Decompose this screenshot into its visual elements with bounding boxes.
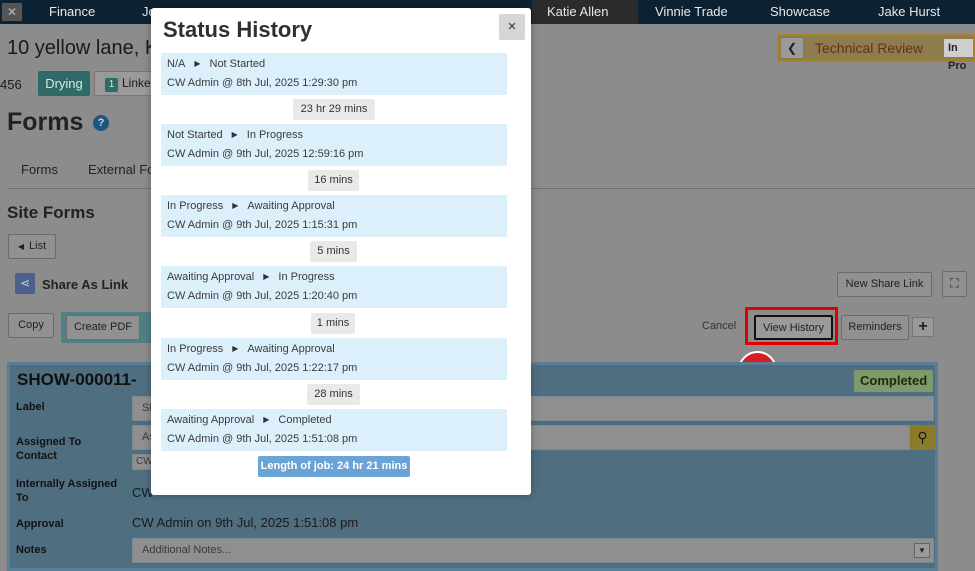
chevron-left-icon[interactable]: ❮ (781, 38, 803, 58)
status-to: Completed (278, 414, 332, 426)
form-status-badge: Completed (854, 370, 934, 392)
status-history-modal: Status History × N/A ▶ Not Started CW Admi… (151, 8, 531, 495)
duration-badge: 28 mins (307, 384, 360, 405)
duration-badge: 23 hr 29 mins (293, 99, 375, 120)
search-icon[interactable]: ⚲ (910, 425, 935, 450)
caret-right-icon: ▶ (232, 344, 239, 353)
new-share-link-button[interactable]: New Share Link (837, 272, 932, 297)
status-changed-by: CW Admin @ 9th Jul, 2025 1:22:17 pm (167, 362, 358, 374)
caret-right-icon: ▶ (232, 201, 239, 210)
linked-label: Linke (122, 76, 151, 90)
close-tab-icon[interactable]: ✕ (2, 3, 22, 21)
internally-assigned-label: Internally Assigned To (16, 478, 118, 504)
status-changed-by: CW Admin @ 9th Jul, 2025 12:59:16 pm (167, 148, 364, 160)
linked-jobs-button[interactable]: 1 Linke (94, 71, 154, 96)
status-from: Awaiting Approval (167, 271, 255, 283)
status-from: Not Started (167, 129, 223, 141)
status-entry: Not Started ▶ In Progress CW Admin @ 9th J… (161, 124, 507, 166)
duration-badge: 1 mins (311, 313, 355, 334)
expand-icon[interactable]: ⛶ (942, 271, 967, 297)
status-entry: Awaiting Approval ▶ In Progress CW Admin @… (161, 266, 507, 308)
status-from: In Progress (167, 343, 224, 355)
status-to: Not Started (209, 58, 266, 70)
status-to: Awaiting Approval (247, 200, 335, 212)
caret-right-icon: ▶ (263, 272, 270, 281)
workflow-stage: ❮ Technical Review In Pro (777, 34, 975, 72)
job-number: 456 (0, 77, 22, 92)
approval-label: Approval (16, 518, 64, 530)
status-entry: Awaiting Approval ▶ Completed CW Admin @ 9… (161, 409, 507, 451)
workflow-status-badge: In Pro (944, 39, 973, 72)
status-changed-by: CW Admin @ 9th Jul, 2025 1:15:31 pm (167, 219, 358, 231)
page-title: Forms (7, 108, 84, 136)
caret-right-icon: ▶ (194, 59, 201, 68)
reminders-button[interactable]: Reminders (841, 315, 909, 340)
tab-forms[interactable]: Forms (21, 162, 58, 177)
modal-title: Status History (163, 17, 313, 42)
notes-label: Notes (16, 544, 47, 556)
nav-tab-vinnie-trade[interactable]: Vinnie Trade (655, 0, 727, 24)
status-changed-by: CW Admin @ 8th Jul, 2025 1:29:30 pm (167, 77, 358, 89)
status-entry: N/A ▶ Not Started CW Admin @ 8th Jul, 2025… (161, 53, 507, 95)
assigned-to-contact-label: Assigned To Contact (16, 436, 82, 462)
chevron-down-icon[interactable]: ▼ (914, 543, 930, 558)
linked-count-badge: 1 (105, 78, 118, 92)
caret-right-icon: ▶ (263, 415, 270, 424)
caret-left-icon: ◀ (17, 242, 25, 251)
job-status-badge[interactable]: Drying (38, 71, 90, 96)
label-field-label: Label (16, 401, 45, 413)
form-code: SHOW-000011- (17, 370, 137, 389)
length-of-job-badge: Length of job: 24 hr 21 mins (258, 456, 410, 477)
copy-button[interactable]: Copy (8, 313, 54, 338)
job-address: 10 yellow lane, K (7, 37, 159, 59)
section-title: Site Forms (7, 203, 95, 222)
caret-right-icon: ▶ (231, 130, 238, 139)
duration-badge: 16 mins (308, 170, 359, 191)
status-from: In Progress (167, 200, 224, 212)
nav-tab-jake-hurst[interactable]: Jake Hurst (878, 0, 940, 24)
status-from: Awaiting Approval (167, 414, 255, 426)
view-history-highlight (745, 307, 838, 345)
workflow-stage-label: Technical Review (815, 40, 924, 56)
status-from: N/A (167, 58, 186, 70)
create-pdf-button[interactable]: Create PDF (66, 315, 140, 340)
share-icon[interactable]: ⋖ (15, 273, 35, 294)
status-to: Awaiting Approval (247, 343, 335, 355)
status-changed-by: CW Admin @ 9th Jul, 2025 1:51:08 pm (167, 433, 358, 445)
status-to: In Progress (278, 271, 335, 283)
approval-value: CW Admin on 9th Jul, 2025 1:51:08 pm (132, 515, 359, 530)
nav-tab-showcase[interactable]: Showcase (770, 0, 830, 24)
tab-external-forms[interactable]: External Fo (88, 162, 154, 177)
status-entry: In Progress ▶ Awaiting Approval CW Admin @… (161, 195, 507, 237)
nav-tab-finance[interactable]: Finance (49, 0, 95, 24)
list-button-label: List (29, 240, 47, 252)
status-to: In Progress (246, 129, 304, 141)
list-button[interactable]: ◀ List (8, 234, 56, 259)
cancel-button[interactable]: Cancel (702, 320, 736, 332)
status-changed-by: CW Admin @ 9th Jul, 2025 1:20:40 pm (167, 290, 358, 302)
question-circle-icon[interactable]: ? (93, 115, 109, 131)
notes-input[interactable]: Additional Notes... (132, 538, 934, 563)
nav-tab-katie-allen[interactable]: Katie Allen (532, 0, 638, 24)
duration-badge: 5 mins (310, 241, 357, 262)
share-as-link-label[interactable]: Share As Link (42, 277, 128, 292)
close-icon[interactable]: × (499, 14, 525, 40)
status-entry: In Progress ▶ Awaiting Approval CW Admin @… (161, 338, 507, 380)
add-button[interactable]: + (912, 317, 934, 337)
